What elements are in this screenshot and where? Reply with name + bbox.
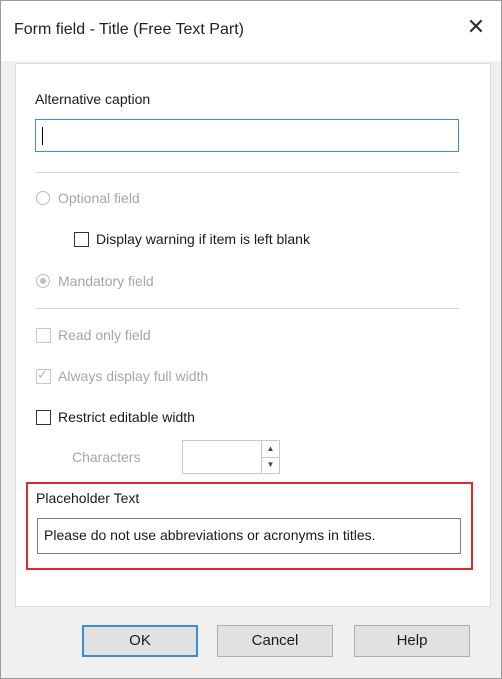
title-bar: Form field - Title (Free Text Part) ✕ xyxy=(1,1,501,61)
dialog-title: Form field - Title (Free Text Part) xyxy=(14,21,244,38)
form-field-dialog: Form field - Title (Free Text Part) ✕ Al… xyxy=(0,0,502,679)
separator xyxy=(35,172,459,173)
read-only-checkbox[interactable] xyxy=(36,328,51,343)
full-width-label: Always display full width xyxy=(58,368,209,384)
spin-up-icon[interactable]: ▲ xyxy=(262,441,279,458)
alternative-caption-input[interactable] xyxy=(35,119,459,152)
display-warning-checkbox[interactable] xyxy=(74,232,89,247)
characters-label: Characters xyxy=(72,449,141,465)
close-icon[interactable]: ✕ xyxy=(465,16,487,38)
separator xyxy=(35,308,459,309)
placeholder-highlight-box: Placeholder Text Please do not use abbre… xyxy=(26,482,473,570)
placeholder-text-input[interactable]: Please do not use abbreviations or acron… xyxy=(37,518,461,554)
cancel-button[interactable]: Cancel xyxy=(217,625,333,657)
optional-field-label: Optional field xyxy=(58,190,140,206)
display-warning-label: Display warning if item is left blank xyxy=(96,231,310,247)
restrict-width-checkbox[interactable] xyxy=(36,410,51,425)
alternative-caption-label: Alternative caption xyxy=(35,91,151,107)
help-button[interactable]: Help xyxy=(354,625,470,657)
checkmark-icon: ✓ xyxy=(37,367,48,382)
read-only-label: Read only field xyxy=(58,327,151,343)
full-width-checkbox[interactable]: ✓ xyxy=(36,367,51,384)
restrict-width-label: Restrict editable width xyxy=(58,409,195,425)
spin-buttons: ▲ ▼ xyxy=(261,441,279,473)
spin-down-icon[interactable]: ▼ xyxy=(262,457,279,473)
options-panel: Alternative caption Optional field Displ… xyxy=(15,63,491,607)
optional-field-radio[interactable] xyxy=(36,191,50,205)
text-caret xyxy=(42,127,43,145)
characters-spinbox[interactable]: ▲ ▼ xyxy=(182,440,280,474)
mandatory-field-label: Mandatory field xyxy=(58,273,154,289)
mandatory-field-radio[interactable] xyxy=(36,274,50,288)
placeholder-text-label: Placeholder Text xyxy=(36,490,140,506)
ok-button[interactable]: OK xyxy=(82,625,198,657)
